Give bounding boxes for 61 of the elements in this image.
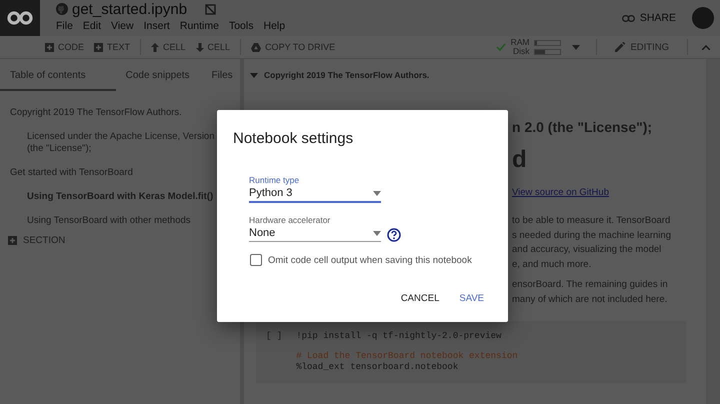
text-line: s needed during the machine learning bbox=[512, 228, 671, 242]
menu-item[interactable]: Runtime bbox=[180, 20, 219, 32]
toolbar-button[interactable]: TEXT bbox=[89, 42, 136, 52]
arrow-up-icon bbox=[151, 42, 160, 52]
dropdown-caret-icon bbox=[373, 230, 381, 236]
checkbox[interactable] bbox=[250, 254, 262, 266]
help-icon[interactable] bbox=[387, 228, 401, 242]
toolbar-button[interactable]: COPY TO DRIVE bbox=[246, 42, 340, 52]
plus-box-icon bbox=[8, 236, 17, 245]
notebook-title[interactable]: get_started.ipynb bbox=[72, 0, 188, 18]
section-title: Copyright 2019 The TensorFlow Authors. bbox=[264, 70, 430, 80]
text-line: e, and much more. bbox=[512, 258, 592, 272]
text-line: and accuracy, visualizing the model bbox=[512, 243, 662, 257]
checkbox-label: Omit code cell output when saving this notebook bbox=[268, 254, 472, 266]
heading-text: d bbox=[512, 147, 527, 173]
dropdown-caret-icon bbox=[373, 190, 381, 196]
resource-label: Disk bbox=[512, 47, 530, 56]
github-link[interactable]: View source on GitHub bbox=[512, 187, 609, 198]
pencil-icon bbox=[615, 42, 626, 52]
resource-label: RAM bbox=[510, 38, 530, 47]
link-icon bbox=[622, 14, 635, 22]
cancel-button[interactable]: CANCEL bbox=[392, 289, 448, 308]
code-line: !pip install -q tf-nightly-2.0-preview bbox=[296, 331, 502, 342]
menu-item[interactable]: File bbox=[56, 20, 73, 32]
logo-icon bbox=[7, 11, 33, 25]
code-line: %load_ext tensorboard.notebook bbox=[296, 362, 460, 373]
avatar[interactable] bbox=[692, 7, 714, 29]
plus-box-icon bbox=[94, 42, 104, 52]
toolbar-button[interactable]: CELL bbox=[190, 42, 236, 52]
menu-item[interactable]: Tools bbox=[228, 20, 254, 32]
toolbar-button[interactable]: CELL bbox=[146, 42, 191, 52]
editing-button[interactable]: EDITING bbox=[607, 42, 677, 52]
add-section-button[interactable]: SECTION bbox=[0, 233, 74, 248]
toolbar-button[interactable]: CODE bbox=[40, 42, 90, 52]
arrow-down-icon bbox=[196, 42, 204, 52]
drive-icon bbox=[251, 42, 262, 52]
collapse-caret-icon[interactable] bbox=[702, 44, 710, 50]
collapse-caret-icon[interactable] bbox=[250, 72, 258, 78]
select-field[interactable]: Hardware accelerator None bbox=[249, 215, 381, 242]
github-icon bbox=[56, 3, 68, 15]
dialog-title: Notebook settings bbox=[233, 130, 354, 147]
select-field[interactable]: Runtime type Python 3 bbox=[249, 175, 381, 203]
text-line: many of which are not included here. bbox=[512, 292, 668, 306]
text-line: n 2.0 (the "License"); bbox=[512, 119, 652, 135]
sidebar-tab[interactable]: Table of contents bbox=[0, 61, 116, 91]
code-comment: # Load the TensorBoard notebook extension bbox=[296, 351, 518, 362]
text-line: to be able to measure it. TensorBoard bbox=[512, 214, 670, 228]
menu-item[interactable]: View bbox=[111, 20, 134, 32]
code-cell[interactable]: [ ] !pip install -q tf-nightly-2.0-preview # Load the TensorBoard notebook extension %load_ext tensorboard.notebook bbox=[256, 321, 686, 383]
text-line: ensorBoard. The remaining guides in bbox=[512, 278, 668, 292]
share-button[interactable]: SHARE bbox=[612, 12, 686, 24]
sidebar-tab[interactable]: Code snippets bbox=[116, 61, 202, 91]
dropdown-caret-icon bbox=[572, 44, 580, 50]
plus-box-icon bbox=[45, 42, 54, 52]
save-button[interactable]: SAVE bbox=[451, 289, 492, 308]
sidebar-tab[interactable]: Files bbox=[202, 61, 245, 91]
save-disabled-icon bbox=[205, 4, 216, 14]
menu-item[interactable]: Edit bbox=[82, 20, 102, 32]
menu-item[interactable]: Insert bbox=[144, 20, 170, 32]
run-marker[interactable]: [ ] bbox=[266, 331, 282, 373]
menu-item[interactable]: Help bbox=[263, 20, 286, 32]
